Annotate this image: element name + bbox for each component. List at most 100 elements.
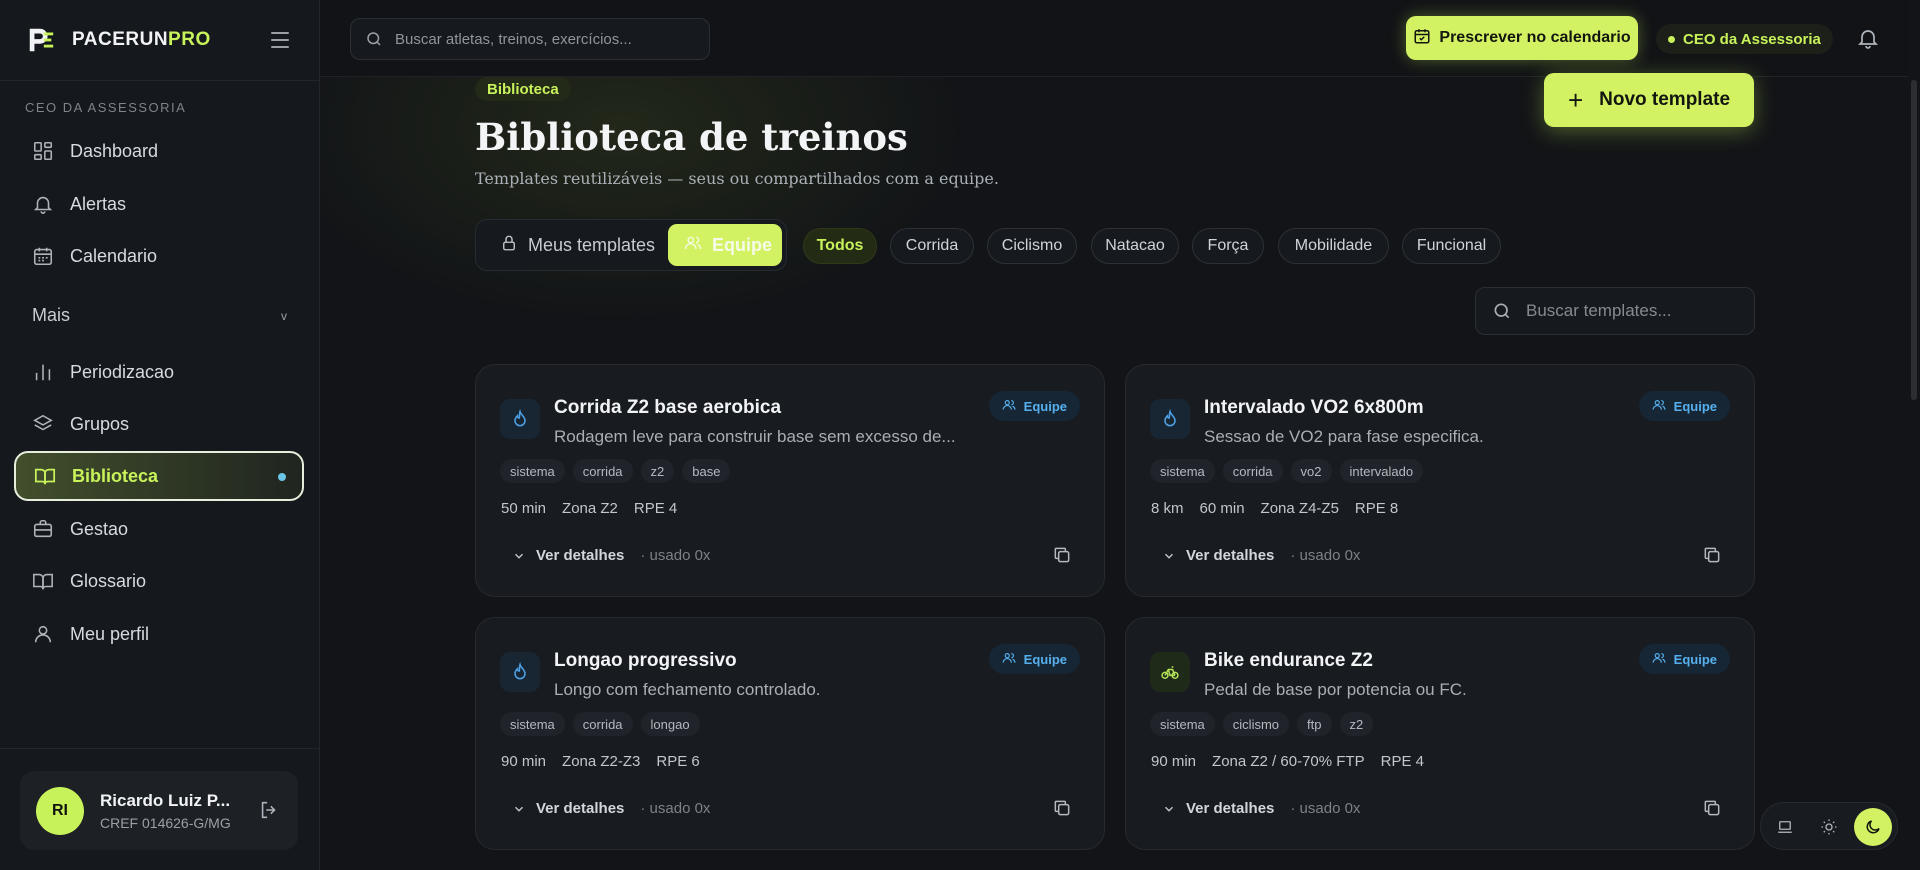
usage-count: · usado 0x [640,800,711,817]
tag: corrida [572,459,633,483]
more-section-toggle[interactable]: Mais v [32,305,287,326]
search-icon [365,30,383,48]
template-badge-label: Equipe [1023,651,1067,667]
template-description: Longo com fechamento controlado. [554,680,821,699]
user-name: Ricardo Luiz P... [100,790,231,810]
copy-icon[interactable] [1052,545,1072,565]
template-search[interactable] [1475,287,1755,335]
scope-option-mine[interactable]: Meus templates [500,224,655,266]
template-description: Sessao de VO2 para fase especifica. [1204,427,1484,446]
chevron-down-icon [512,802,526,816]
metric-list: 90 min Zona Z2 / 60-70% FTP RPE 4 [1151,753,1424,770]
role-chip[interactable]: CEO da Assessoria [1656,24,1833,54]
template-card[interactable]: Bike endurance Z2 Pedal de base por pote… [1125,617,1755,850]
template-badge: Equipe [1638,391,1730,421]
sidebar-item-calendario[interactable]: Calendario [14,231,304,281]
usage-count: · usado 0x [1290,547,1361,564]
user-card[interactable]: RI Ricardo Luiz P... CREF 014626-G/MG [20,771,298,850]
sidebar-item-glossario[interactable]: Glossario [14,556,304,606]
template-card[interactable]: Corrida Z2 base aerobica Rodagem leve pa… [475,364,1105,597]
view-details-button[interactable]: Ver detalhes · usado 0x [1162,800,1360,817]
template-card[interactable]: Intervalado VO2 6x800m Sessao de VO2 par… [1125,364,1755,597]
sidebar-section-label: CEO DA ASSESSORIA [25,100,187,115]
global-search-input[interactable] [395,30,695,48]
template-badge: Equipe [988,644,1080,674]
tag: sistema [500,712,565,736]
sidebar-item-meu-perfil[interactable]: Meu perfil [14,609,304,659]
metric: 90 min [501,753,547,770]
sun-icon[interactable] [1810,808,1848,846]
filter-chip-natacao[interactable]: Natacao [1091,228,1179,264]
sidebar-item-gestao[interactable]: Gestao [14,504,304,554]
tag-list: sistema corrida vo2 intervalado [1150,459,1424,483]
prescribe-calendar-button[interactable]: Prescrever no calendario [1406,16,1638,60]
metric: RPE 4 [1380,753,1424,770]
sidebar-item-grupos[interactable]: Grupos [14,399,304,449]
filter-chip-funcional[interactable]: Funcional [1402,228,1501,264]
new-template-button[interactable]: + Novo template [1544,73,1754,127]
view-details-button[interactable]: Ver detalhes · usado 0x [512,800,710,817]
briefcase-icon [32,518,54,540]
sidebar-item-label: Calendario [70,245,158,266]
scope-toggle: Meus templates Equipe [475,219,787,271]
tag-list: sistema corrida longao [500,712,700,736]
brand-name-accent: PRO [168,29,211,50]
prescribe-calendar-label: Prescrever no calendario [1439,29,1631,46]
copy-icon[interactable] [1702,798,1722,818]
sidebar-item-dashboard[interactable]: Dashboard [14,126,304,176]
copy-icon[interactable] [1052,798,1072,818]
divider [0,748,320,749]
filter-chip-forca[interactable]: Força [1192,228,1264,264]
active-indicator-dot [278,473,286,481]
template-description: Pedal de base por potencia ou FC. [1204,680,1467,699]
logout-icon[interactable] [258,799,282,823]
template-title: Bike endurance Z2 [1204,650,1373,671]
brand: PACERUNPRO [0,0,319,81]
template-description: Rodagem leve para construir base sem exc… [554,427,956,446]
tag: base [682,459,731,483]
page-title: Biblioteca de treinos [475,115,908,159]
laptop-icon[interactable] [1766,808,1804,846]
template-search-input[interactable] [1526,301,1726,321]
tag: ciclismo [1222,712,1290,736]
tag: longao [640,712,700,736]
view-details-button[interactable]: Ver detalhes · usado 0x [512,547,710,564]
template-badge: Equipe [988,391,1080,421]
users-icon [1652,398,1666,415]
sidebar-item-label: Glossario [70,570,147,591]
chevron-down-icon [512,549,526,563]
filter-chip-todos[interactable]: Todos [803,228,877,264]
template-title: Longao progressivo [554,650,737,671]
tag-list: sistema corrida z2 base [500,459,731,483]
user-info: Ricardo Luiz P... CREF 014626-G/MG [100,791,231,831]
moon-icon[interactable] [1854,808,1892,846]
filter-chip-ciclismo[interactable]: Ciclismo [987,228,1077,264]
notifications-bell-icon[interactable] [1856,26,1880,50]
filter-chip-corrida[interactable]: Corrida [890,228,974,264]
metric: 60 min [1199,500,1245,517]
sidebar-item-alertas[interactable]: Alertas [14,179,304,229]
usage-count: · usado 0x [1290,800,1361,817]
chevron-down-icon: v [281,308,287,323]
users-icon [1002,651,1016,668]
view-details-label: Ver detalhes [1186,800,1275,817]
users-icon [684,234,702,257]
more-section-label: Mais [32,305,71,325]
book-icon [32,570,54,592]
scope-option-team[interactable]: Equipe [668,224,782,266]
metric: RPE 6 [656,753,700,770]
global-search[interactable] [350,18,710,60]
breadcrumb[interactable]: Biblioteca [475,77,571,101]
chevron-down-icon [1162,802,1176,816]
menu-toggle-icon[interactable] [267,27,293,53]
scrollbar-thumb[interactable] [1911,80,1917,400]
sidebar-item-biblioteca[interactable]: Biblioteca [14,451,304,501]
lock-icon [500,234,518,257]
copy-icon[interactable] [1702,545,1722,565]
view-details-button[interactable]: Ver detalhes · usado 0x [1162,547,1360,564]
sidebar-item-periodizacao[interactable]: Periodizacao [14,347,304,397]
filter-chip-mobilidade[interactable]: Mobilidade [1278,228,1389,264]
bar-chart-icon [32,361,54,383]
template-card[interactable]: Longao progressivo Longo com fechamento … [475,617,1105,850]
brand-logo-icon[interactable] [26,24,58,56]
